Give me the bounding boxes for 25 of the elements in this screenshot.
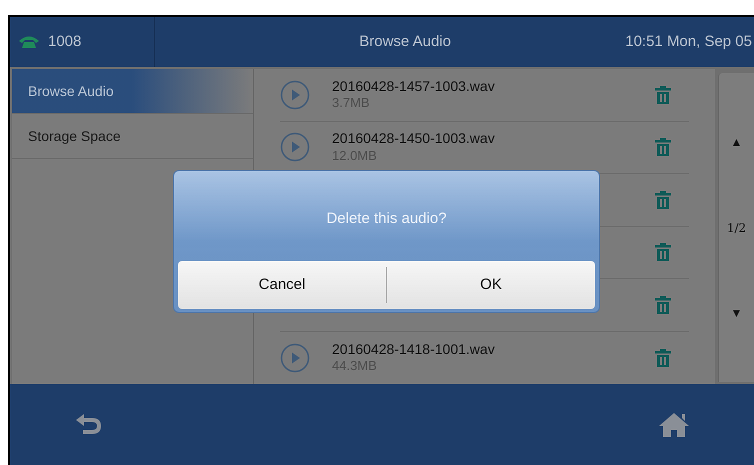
- file-name: 20160428-1457-1003.wav: [332, 78, 495, 96]
- phone-icon: [18, 35, 40, 49]
- page-down-button[interactable]: ▼: [730, 304, 742, 322]
- trash-icon[interactable]: [655, 86, 671, 104]
- home-icon[interactable]: [658, 412, 690, 438]
- back-icon[interactable]: [74, 412, 104, 436]
- trash-icon[interactable]: [655, 243, 671, 262]
- play-icon[interactable]: [280, 80, 310, 110]
- dialog-message: Delete this audio?: [326, 208, 447, 229]
- dialog-button[interactable]: Cancel: [178, 261, 386, 309]
- file-name: 20160428-1450-1003.wav: [332, 130, 495, 148]
- sidebar-item[interactable]: Browse Audio: [12, 69, 253, 114]
- trash-icon[interactable]: [655, 348, 671, 367]
- play-icon[interactable]: [280, 132, 310, 162]
- play-icon[interactable]: [280, 342, 310, 373]
- trash-icon[interactable]: [655, 190, 671, 209]
- trash-icon[interactable]: [655, 296, 671, 314]
- page-indicator: 1/2: [726, 220, 746, 236]
- screen-title: Browse Audio: [359, 32, 451, 50]
- dialog-button[interactable]: OK: [386, 267, 595, 303]
- page-up-button[interactable]: ▲: [730, 133, 742, 151]
- trash-icon[interactable]: [655, 138, 671, 156]
- file-name: 20160428-1418-1001.wav: [332, 340, 495, 358]
- line-number: 1008: [48, 32, 82, 52]
- clock: 10:51 Mon, Sep 05: [625, 32, 753, 52]
